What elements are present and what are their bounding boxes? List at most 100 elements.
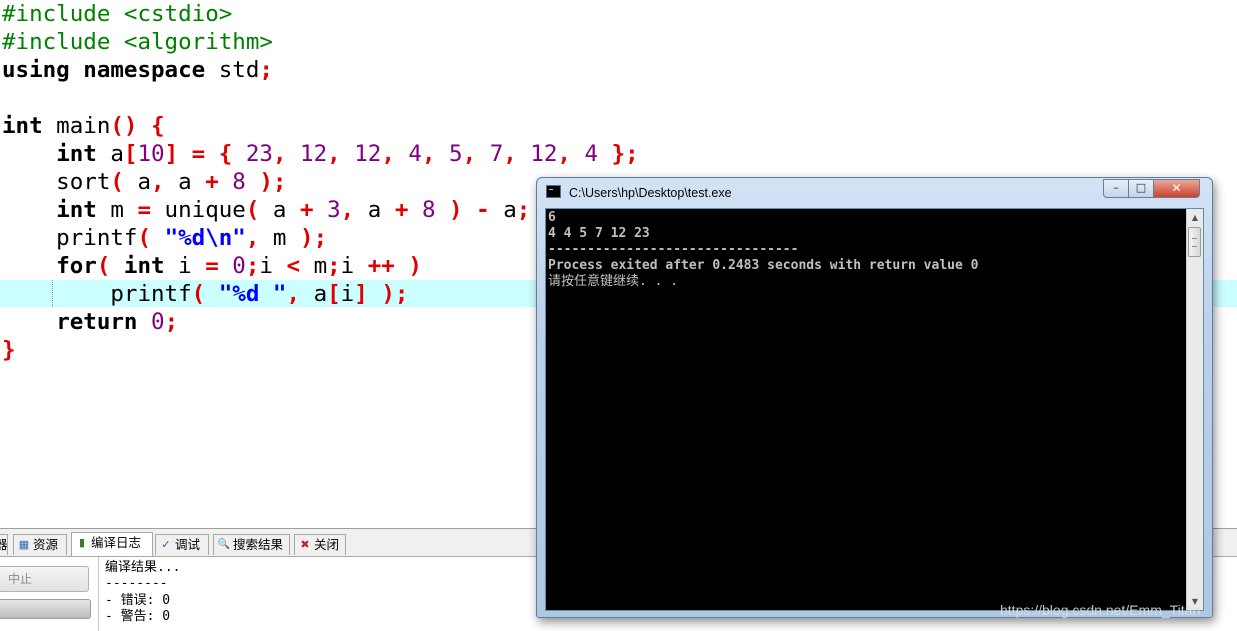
code-token: 12	[300, 141, 328, 167]
code-token: #include <algorithm>	[2, 29, 273, 55]
code-token: m	[259, 225, 301, 251]
code-token: (	[245, 197, 260, 223]
code-token: }	[2, 337, 16, 363]
console-line: 4 4 5 7 12 23	[548, 226, 650, 241]
close-panel-icon: ✖	[300, 539, 310, 551]
tab-close[interactable]: ✖ 关闭	[294, 534, 346, 555]
code-token: int	[56, 141, 97, 167]
code-token: printf	[2, 281, 192, 307]
code-line: int m = unique( a + 3, a + 8 ) - a;	[2, 196, 530, 224]
tab-resources[interactable]: ▦ 资源	[13, 534, 67, 555]
compile-log-output[interactable]: 编译结果... -------- - 错误: 0 - 警告: 0	[98, 557, 539, 631]
code-token: 7	[489, 141, 504, 167]
code-token: -	[476, 197, 490, 223]
code-token: ,	[151, 169, 165, 195]
code-token: m	[300, 253, 328, 279]
tab-partial[interactable]: 器	[0, 534, 8, 555]
code-token: #include <cstdio>	[2, 1, 233, 27]
close-button[interactable]: ✕	[1153, 179, 1200, 198]
log-line: - 错误: 0	[105, 593, 171, 608]
code-token: int	[56, 197, 97, 223]
code-line: return 0;	[2, 308, 178, 336]
maximize-button[interactable]: □	[1128, 179, 1154, 198]
code-line: }	[2, 336, 16, 364]
code-token: ++	[367, 253, 395, 279]
watermark: https://blog.csdn.net/Emm_Titan	[1000, 602, 1201, 618]
abort-button[interactable]: 中止	[0, 566, 89, 592]
code-token: ,	[340, 197, 355, 223]
code-token: i	[340, 253, 368, 279]
console-scrollbar[interactable]: ▲ ▼	[1186, 209, 1203, 610]
code-token: printf	[2, 225, 138, 251]
code-token: int	[123, 253, 165, 279]
debug-icon: ✓	[161, 539, 171, 551]
code-token: ,	[462, 141, 477, 167]
code-token: +	[394, 197, 409, 223]
code-token: ,	[272, 141, 287, 167]
code-line: int main() {	[2, 112, 165, 140]
code-token: ,	[381, 141, 395, 167]
code-token: "%d "	[218, 281, 287, 307]
minimize-button[interactable]: –	[1103, 179, 1129, 198]
code-token: main	[42, 113, 111, 139]
code-token: i	[164, 253, 206, 279]
console-line: 请按任意键继续. . .	[548, 274, 679, 289]
code-line: #include <cstdio>	[2, 0, 232, 28]
code-line: sort( a, a + 8 );	[2, 168, 286, 196]
tab-debug[interactable]: ✓ 调试	[155, 534, 209, 555]
scroll-up-arrow-icon[interactable]: ▲	[1187, 209, 1203, 226]
code-token: ]	[164, 141, 179, 167]
code-line: printf( "%d\n", m );	[2, 224, 327, 252]
code-token: 4	[408, 141, 422, 167]
code-token: "%d\n"	[164, 225, 246, 251]
console-output[interactable]: 6 4 4 5 7 12 23 ------------------------…	[545, 208, 1204, 611]
compile-progress-bar	[0, 599, 91, 619]
code-line: printf( "%d ", a[i] );	[2, 280, 408, 308]
code-token: 0	[151, 309, 165, 335]
code-token: 12	[354, 141, 382, 167]
tab-compile-log[interactable]: ▮ 编译日志	[71, 532, 153, 557]
console-line: --------------------------------	[548, 242, 799, 257]
code-token: =	[205, 253, 219, 279]
code-token: a	[300, 281, 328, 307]
code-token: ()	[110, 113, 138, 139]
code-token: i	[340, 281, 355, 307]
code-token: 4	[584, 141, 599, 167]
code-token: ;	[327, 253, 341, 279]
tab-search-results[interactable]: 🔍 搜索结果	[213, 534, 290, 555]
console-window[interactable]: C:\Users\hp\Desktop\test.exe – □ ✕ 6 4 4…	[536, 177, 1213, 618]
code-token: a	[259, 197, 301, 223]
code-token: [	[123, 141, 138, 167]
scrollbar-thumb[interactable]	[1188, 227, 1201, 257]
console-title-bar[interactable]: C:\Users\hp\Desktop\test.exe – □ ✕	[537, 178, 1212, 208]
tab-label: 调试	[175, 538, 201, 552]
console-title: C:\Users\hp\Desktop\test.exe	[569, 186, 732, 200]
code-token: };	[611, 141, 639, 167]
code-token: m	[96, 197, 138, 223]
code-token: for	[56, 253, 97, 279]
log-line: - 警告: 0	[105, 609, 171, 624]
console-line: 6	[548, 210, 556, 225]
code-token: using	[2, 57, 70, 83]
tab-label: 编译日志	[91, 536, 142, 550]
code-token: (	[96, 253, 111, 279]
